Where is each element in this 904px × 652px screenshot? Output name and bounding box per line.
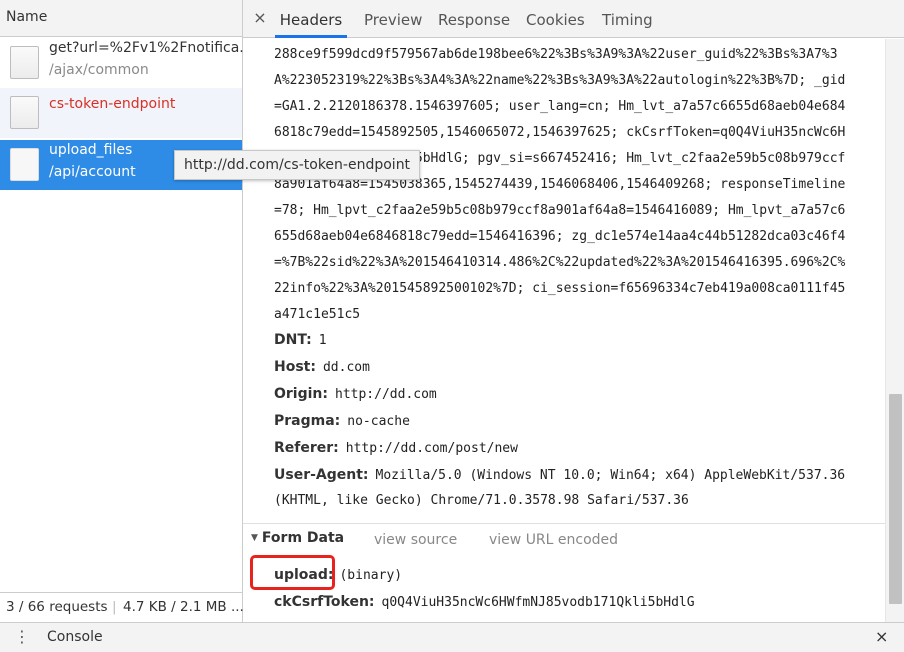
url-tooltip: http://dd.com/cs-token-endpoint [174, 150, 421, 180]
cookie-header-value: 288ce9f599dcd9f579567ab6de198bee6%22%3Bs… [274, 42, 879, 328]
form-data-toggle[interactable]: ▼ Form Data [251, 530, 344, 546]
cookie-line: a471c1e51c5 [274, 307, 361, 322]
form-data-section: ▼ Form Data view source view URL encoded … [243, 523, 885, 622]
detail-tab-bar: × Headers Preview Response Cookies Timin… [243, 0, 904, 38]
header-host: Host: dd.com [274, 354, 370, 380]
tab-timing[interactable]: Timing [602, 0, 653, 38]
request-count: 3 / 66 requests [6, 599, 108, 615]
header-user-agent: User-Agent: Mozilla/5.0 (Windows NT 10.0;… [274, 462, 845, 488]
request-list-panel: Name get?url=%2Fv1%2Fnotifica... /ajax/c… [0, 0, 253, 622]
request-detail-panel: × Headers Preview Response Cookies Timin… [243, 0, 904, 622]
drawer-bar: ⋮ Console × [0, 622, 904, 652]
header-value: Mozilla/5.0 (Windows NT 10.0; Win64; x64… [375, 468, 846, 483]
scrollbar-thumb[interactable] [889, 394, 902, 604]
document-icon [10, 96, 39, 129]
headers-content: 288ce9f599dcd9f579567ab6de198bee6%22%3Bs… [243, 39, 885, 622]
close-icon[interactable]: × [875, 627, 888, 647]
header-origin: Origin: http://dd.com [274, 381, 437, 407]
header-key: Referer: [274, 440, 339, 456]
tab-console[interactable]: Console [47, 629, 103, 645]
header-value: http://dd.com/post/new [345, 441, 518, 456]
request-row-notifications[interactable]: get?url=%2Fv1%2Fnotifica... /ajax/common [0, 38, 253, 88]
status-separator: | [112, 599, 117, 615]
header-key: User-Agent: [274, 467, 369, 483]
request-name: get?url=%2Fv1%2Fnotifica... [49, 40, 253, 56]
header-key: Host: [274, 359, 316, 375]
tab-headers[interactable]: Headers [275, 0, 347, 38]
request-path: /api/account [49, 164, 136, 180]
form-value: (binary) [339, 568, 403, 583]
header-key: DNT: [274, 332, 312, 348]
tab-response[interactable]: Response [438, 0, 510, 38]
user-agent-continuation: (KHTML, like Gecko) Chrome/71.0.3578.98 … [274, 493, 689, 508]
request-path: /ajax/common [49, 62, 149, 78]
name-column-label: Name [6, 9, 48, 25]
form-key: ckCsrfToken: [274, 594, 375, 610]
cookie-line: =%7B%22sid%22%3A%201546410314.486%2C%22u… [274, 255, 846, 270]
cookie-line: 6818c79edd=1545892505,1546065072,1546397… [274, 125, 846, 140]
header-value: 1 [318, 333, 327, 348]
vertical-scrollbar[interactable] [885, 39, 904, 622]
header-key: Pragma: [274, 413, 341, 429]
request-name: cs-token-endpoint [49, 96, 176, 112]
form-field-upload: upload: (binary) [274, 562, 402, 588]
header-value: http://dd.com [335, 387, 437, 402]
header-pragma: Pragma: no-cache [274, 408, 410, 434]
more-options-icon[interactable]: ⋮ [14, 627, 30, 647]
tab-cookies[interactable]: Cookies [526, 0, 585, 38]
tab-preview[interactable]: Preview [364, 0, 422, 38]
header-referer: Referer: http://dd.com/post/new [274, 435, 518, 461]
cookie-line: A%223052319%22%3Bs%3A4%3A%22name%22%3Bs%… [274, 73, 846, 88]
header-value: no-cache [347, 414, 410, 429]
request-row-cs-token-endpoint[interactable]: cs-token-endpoint [0, 88, 242, 138]
form-data-title: Form Data [261, 530, 345, 546]
header-value: dd.com [322, 360, 370, 375]
document-icon [10, 46, 39, 79]
form-value: q0Q4ViuH35ncWc6HWfmNJ85vodb171Qkli5bHdlG [381, 595, 695, 610]
view-source-link[interactable]: view source [374, 532, 457, 548]
header-dnt: DNT: 1 [274, 327, 327, 353]
request-status-bar: 3 / 66 requests | 4.7 KB / 2.1 MB ... [0, 592, 244, 622]
triangle-down-icon: ▼ [251, 533, 258, 543]
request-name: upload_files [49, 142, 133, 158]
form-field-csrf-token: ckCsrfToken: q0Q4ViuH35ncWc6HWfmNJ85vodb1… [274, 589, 695, 615]
view-url-encoded-link[interactable]: view URL encoded [489, 532, 618, 548]
cookie-line: =GA1.2.2120186378.1546397605; user_lang=… [274, 99, 846, 114]
cookie-line: 22info%22%3A%201545892500102%7D; ci_sess… [274, 281, 846, 296]
name-column-header[interactable]: Name [0, 0, 242, 37]
form-key: upload: [274, 567, 334, 583]
transfer-size: 4.7 KB / 2.1 MB ... [123, 599, 244, 615]
cookie-line: 655d68aeb04e6846818c79edd=1546416396; zg… [274, 229, 846, 244]
cookie-line: =78; Hm_lpvt_c2faa2e59b5c08b979ccf8a901a… [274, 203, 846, 218]
header-key: Origin: [274, 386, 328, 402]
cookie-line: 288ce9f599dcd9f579567ab6de198bee6%22%3Bs… [274, 47, 838, 62]
close-icon[interactable]: × [251, 8, 269, 28]
document-icon [10, 148, 39, 181]
